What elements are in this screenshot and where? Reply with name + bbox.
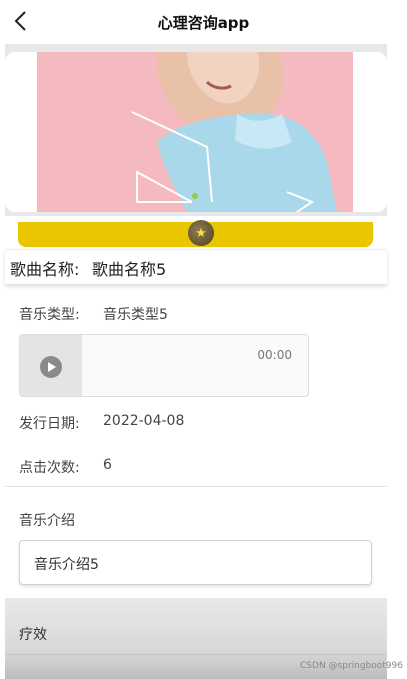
section-divider: [5, 486, 387, 487]
album-cover-image: [37, 52, 353, 212]
music-type-label: 音乐类型:: [19, 307, 80, 323]
star-icon: ★: [195, 225, 207, 241]
song-name-value: 歌曲名称5: [92, 260, 167, 279]
intro-value: 音乐介绍5: [34, 557, 99, 573]
music-type-value: 音乐类型5: [103, 307, 168, 323]
effect-label: 疗效: [19, 627, 47, 643]
audio-player: 00:00: [19, 334, 309, 397]
play-button[interactable]: [40, 355, 62, 378]
clicks-value: 6: [103, 457, 112, 473]
player-time: 00:00: [257, 348, 292, 362]
top-navigation-bar: 心理咨询app: [0, 0, 407, 44]
release-date-label: 发行日期:: [19, 416, 80, 432]
clicks-label: 点击次数:: [19, 460, 80, 476]
page-title: 心理咨询app: [157, 14, 250, 32]
banner-area: [5, 44, 387, 216]
watermark: CSDN @springboot996: [300, 661, 403, 671]
play-icon: [48, 361, 56, 372]
intro-field[interactable]: 音乐介绍5: [19, 540, 372, 585]
intro-label: 音乐介绍: [19, 513, 75, 529]
progress-knob[interactable]: ★: [188, 220, 214, 246]
audio-progress-bar[interactable]: ★: [18, 220, 373, 247]
song-title-row: 歌曲名称: 歌曲名称5: [5, 249, 387, 284]
player-controls: [20, 335, 82, 396]
song-name-label: 歌曲名称:: [10, 260, 80, 279]
banner-card[interactable]: [5, 52, 387, 212]
release-date-value: 2022-04-08: [103, 413, 185, 429]
